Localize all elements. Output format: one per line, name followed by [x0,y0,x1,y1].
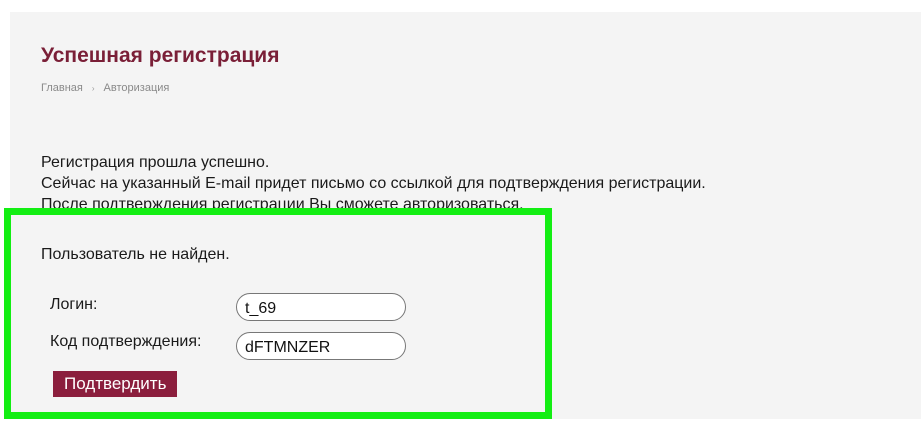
login-input[interactable] [236,293,406,321]
registration-message: Регистрация прошла успешно. Сейчас на ук… [41,152,881,215]
breadcrumb-item-authorization[interactable]: Авторизация [104,82,170,94]
message-line: Сейчас на указанный E-mail придет письмо… [41,175,706,192]
confirmation-code-label: Код подтверждения: [50,333,202,350]
page-title: Успешная регистрация [41,44,280,67]
breadcrumb-item-home[interactable]: Главная [41,82,83,94]
breadcrumb: Главная › Авторизация [41,82,169,94]
message-line: Регистрация прошла успешно. [41,154,270,171]
breadcrumb-separator-icon: › [91,83,95,93]
user-not-found-notice: Пользователь не найден. [41,246,230,263]
confirm-button[interactable]: Подтвердить [53,371,178,397]
login-label: Логин: [50,296,98,313]
confirmation-code-input[interactable] [236,332,406,360]
